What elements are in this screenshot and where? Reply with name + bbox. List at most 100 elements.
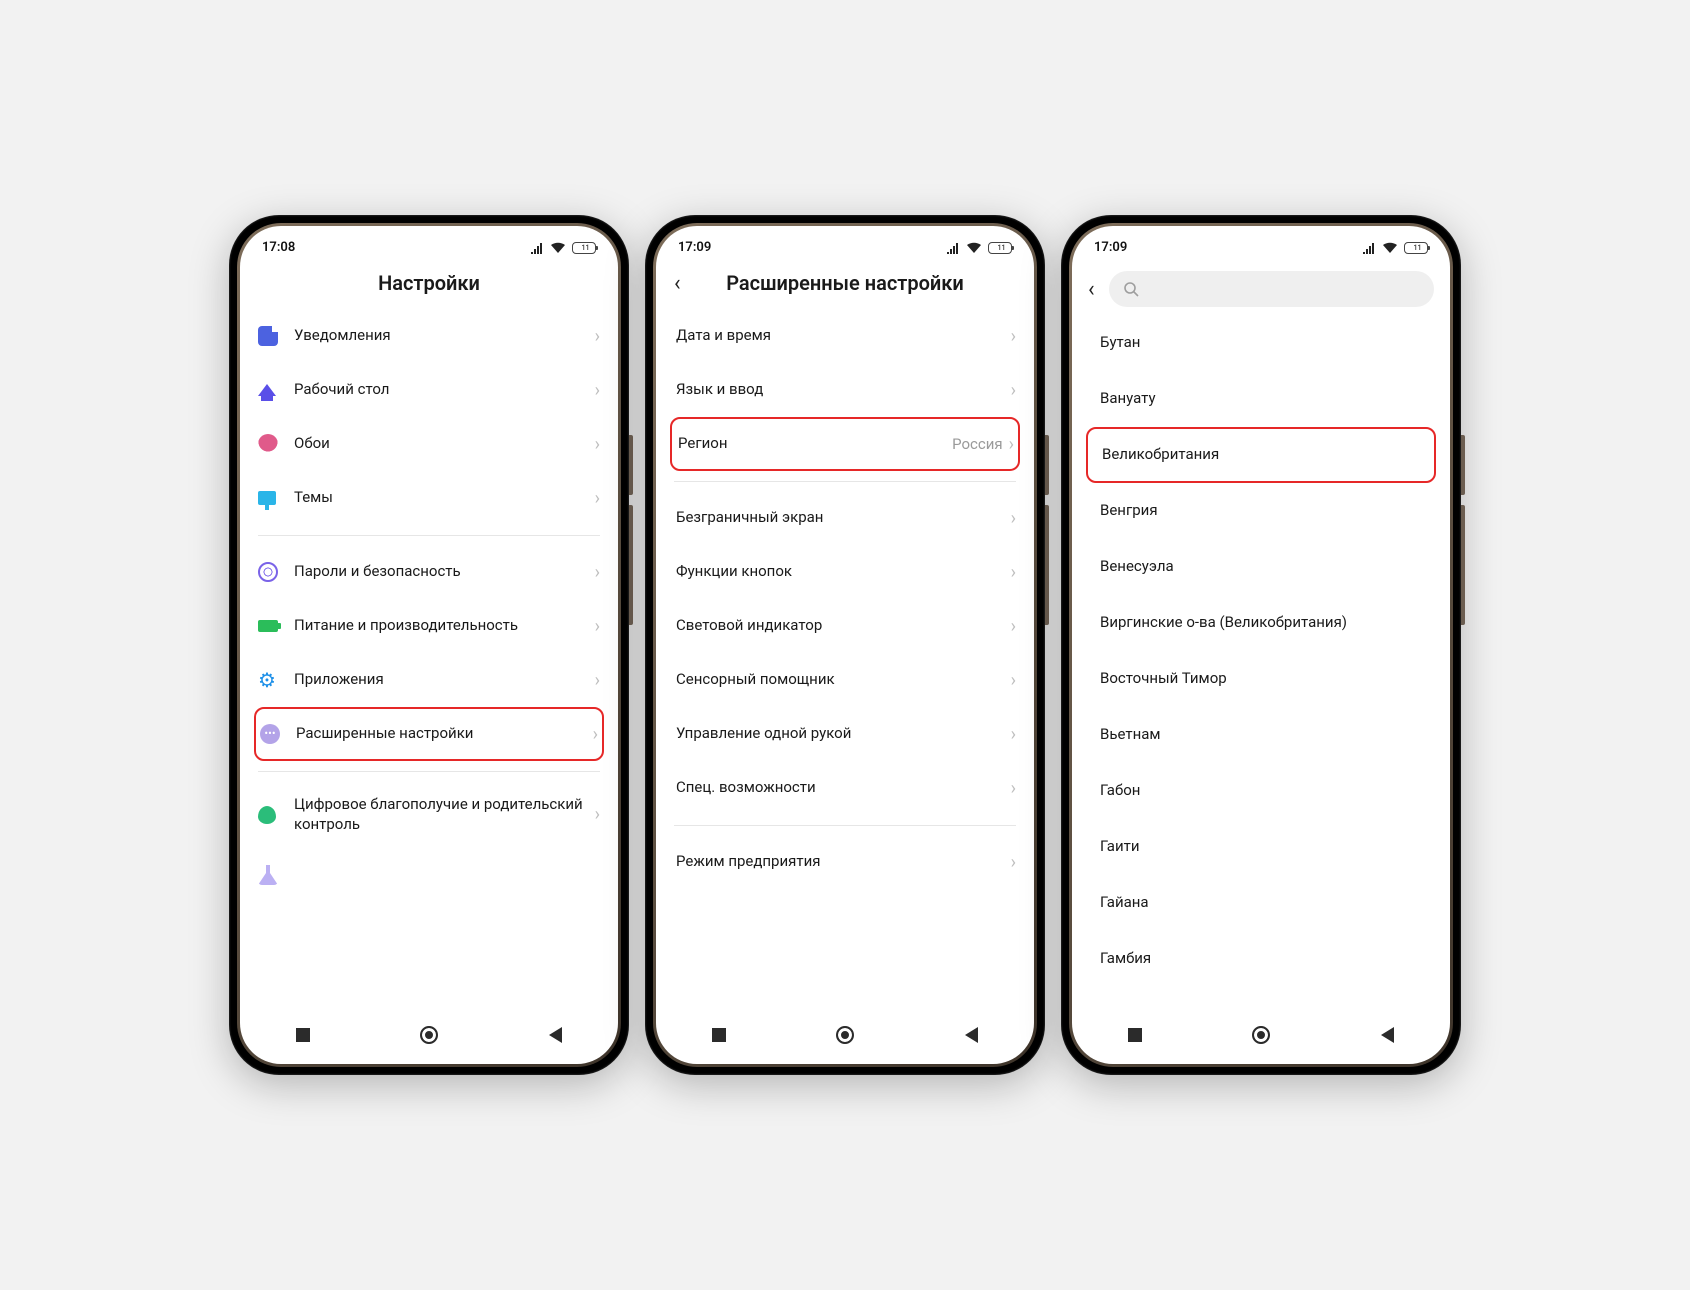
row-one-hand[interactable]: Управление одной рукой ›: [670, 707, 1020, 761]
nav-home[interactable]: [834, 1024, 856, 1046]
row-touch-assistant[interactable]: Сенсорный помощник ›: [670, 653, 1020, 707]
region-item[interactable]: Гамбия: [1086, 931, 1436, 987]
chevron-right-icon: ›: [595, 616, 600, 637]
chevron-right-icon: ›: [1011, 562, 1016, 583]
signal-icon: [946, 242, 960, 254]
row-apps[interactable]: ⚙ Приложения ›: [254, 653, 604, 707]
region-value: Россия: [952, 435, 1003, 453]
row-language[interactable]: Язык и ввод ›: [670, 363, 1020, 417]
row-led[interactable]: Световой индикатор ›: [670, 599, 1020, 653]
chevron-right-icon: ›: [595, 326, 600, 347]
chevron-right-icon: ›: [1011, 778, 1016, 799]
nav-recent[interactable]: [708, 1024, 730, 1046]
row-accessibility[interactable]: Спец. возможности ›: [670, 761, 1020, 815]
row-cut[interactable]: [254, 848, 604, 902]
chevron-right-icon: ›: [593, 724, 598, 745]
nav-home[interactable]: [418, 1024, 440, 1046]
region-label: Вьетнам: [1100, 725, 1422, 745]
region-item[interactable]: Вьетнам: [1086, 707, 1436, 763]
row-wallpaper[interactable]: Обои ›: [254, 417, 604, 471]
status-bar: 17:08 11: [240, 226, 618, 261]
chevron-right-icon: ›: [595, 434, 600, 455]
status-bar: 17:09 11: [656, 226, 1034, 261]
search-icon: [1123, 281, 1139, 297]
back-button[interactable]: ‹: [1088, 277, 1095, 302]
phone-advanced: 17:09 11 ‹ Расширенные настройки Дата и …: [645, 215, 1045, 1075]
row-fullscreen[interactable]: Безграничный экран ›: [670, 491, 1020, 545]
advanced-list[interactable]: Дата и время › Язык и ввод › Регион Росс…: [656, 309, 1034, 1012]
region-label: Гамбия: [1100, 949, 1422, 969]
row-notifications[interactable]: Уведомления ›: [254, 309, 604, 363]
chevron-right-icon: ›: [1009, 434, 1014, 455]
navigation-bar: [656, 1012, 1034, 1064]
nav-recent[interactable]: [1124, 1024, 1146, 1046]
region-label: Виргинские о-ва (Великобритания): [1100, 613, 1422, 633]
back-button[interactable]: ‹: [674, 271, 681, 296]
region-item[interactable]: Виргинские о-ва (Великобритания): [1086, 595, 1436, 651]
flower-icon: [258, 434, 278, 454]
region-item[interactable]: Венгрия: [1086, 483, 1436, 539]
chevron-right-icon: ›: [595, 488, 600, 509]
nav-back[interactable]: [1376, 1024, 1398, 1046]
row-date-time[interactable]: Дата и время ›: [670, 309, 1020, 363]
row-desktop[interactable]: Рабочий стол ›: [254, 363, 604, 417]
status-time: 17:09: [678, 240, 711, 255]
region-label: Великобритания: [1102, 445, 1420, 465]
flask-icon: [258, 865, 278, 885]
row-enterprise[interactable]: Режим предприятия ›: [670, 835, 1020, 889]
region-item[interactable]: Бутан: [1086, 315, 1436, 371]
dots-icon: •••: [260, 724, 280, 744]
region-item[interactable]: Габон: [1086, 763, 1436, 819]
battery-icon: [258, 620, 278, 632]
row-wellbeing[interactable]: Цифровое благополучие и родительский кон…: [254, 781, 604, 848]
page-title: Расширенные настройки: [726, 271, 964, 295]
brush-icon: [258, 491, 276, 505]
chevron-right-icon: ›: [1011, 326, 1016, 347]
region-label: Восточный Тимор: [1100, 669, 1422, 689]
region-label: Габон: [1100, 781, 1422, 801]
nav-recent[interactable]: [292, 1024, 314, 1046]
divider: [254, 761, 604, 781]
search-input[interactable]: [1109, 271, 1434, 307]
region-label: Гаити: [1100, 837, 1422, 857]
phone-settings: 17:08 11 Настройки Уведомления › Рабочий…: [229, 215, 629, 1075]
row-themes[interactable]: Темы ›: [254, 471, 604, 525]
wellbeing-icon: [258, 806, 276, 824]
row-button-functions[interactable]: Функции кнопок ›: [670, 545, 1020, 599]
region-item[interactable]: Гаити: [1086, 819, 1436, 875]
row-advanced-settings[interactable]: ••• Расширенные настройки ›: [254, 707, 604, 761]
status-bar: 17:09 11: [1072, 226, 1450, 261]
nav-home[interactable]: [1250, 1024, 1272, 1046]
nav-back[interactable]: [544, 1024, 566, 1046]
divider: [670, 815, 1020, 835]
divider: [254, 525, 604, 545]
settings-list[interactable]: Уведомления › Рабочий стол › Обои › Темы…: [240, 309, 618, 1012]
region-label: Венгрия: [1100, 501, 1422, 521]
wifi-icon: [550, 242, 566, 254]
region-item[interactable]: Гайана: [1086, 875, 1436, 931]
chevron-right-icon: ›: [595, 804, 600, 825]
wifi-icon: [1382, 242, 1398, 254]
region-list[interactable]: Бутан Вануату Великобритания Венгрия Венесуэ…: [1072, 315, 1450, 1012]
region-item[interactable]: Венесуэла: [1086, 539, 1436, 595]
region-item[interactable]: Великобритания: [1086, 427, 1436, 483]
navigation-bar: [240, 1012, 618, 1064]
signal-icon: [1362, 242, 1376, 254]
status-time: 17:08: [262, 240, 295, 255]
wifi-icon: [966, 242, 982, 254]
region-item[interactable]: Вануату: [1086, 371, 1436, 427]
row-region[interactable]: Регион Россия ›: [670, 417, 1020, 471]
chevron-right-icon: ›: [1011, 616, 1016, 637]
page-header: Настройки: [240, 261, 618, 309]
status-time: 17:09: [1094, 240, 1127, 255]
chevron-right-icon: ›: [1011, 508, 1016, 529]
chevron-right-icon: ›: [595, 380, 600, 401]
phone-region-list: 17:09 11 ‹ Бутан Вануату Великобритания Вен…: [1061, 215, 1461, 1075]
battery-icon: 11: [988, 242, 1012, 254]
nav-back[interactable]: [960, 1024, 982, 1046]
region-label: Бутан: [1100, 333, 1422, 353]
region-item[interactable]: Восточный Тимор: [1086, 651, 1436, 707]
region-label: Венесуэла: [1100, 557, 1422, 577]
row-security[interactable]: Пароли и безопасность ›: [254, 545, 604, 599]
row-power[interactable]: Питание и производительность ›: [254, 599, 604, 653]
